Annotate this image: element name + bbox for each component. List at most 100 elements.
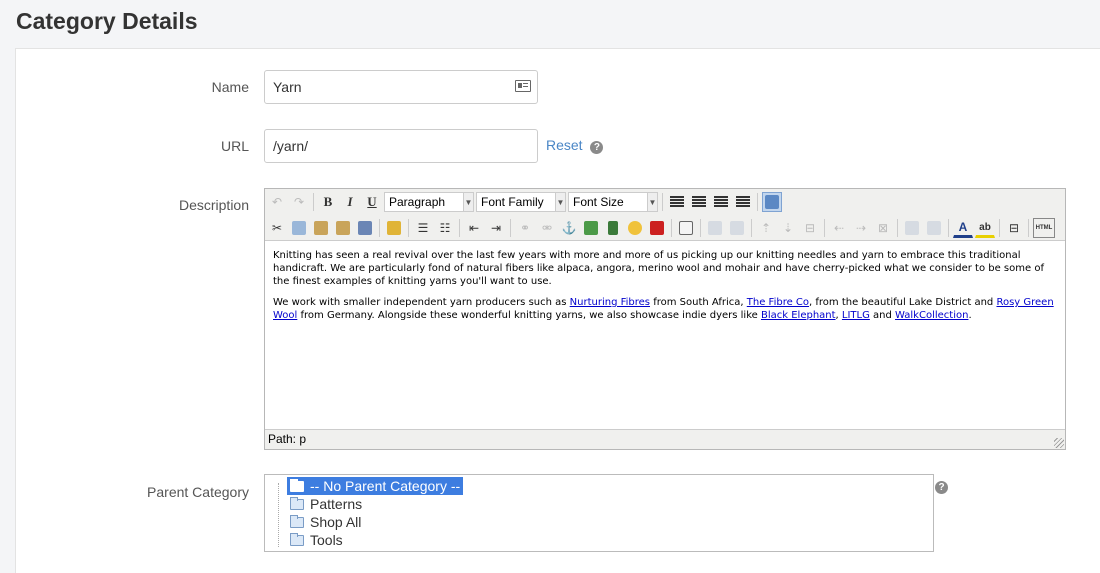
toolbar-divider bbox=[897, 219, 898, 237]
chevron-down-icon: ▼ bbox=[647, 193, 657, 211]
tree-item-tools[interactable]: Tools bbox=[287, 531, 343, 549]
name-input[interactable]: Yarn bbox=[264, 70, 538, 104]
toolbar-divider bbox=[408, 219, 409, 237]
paste-icon[interactable] bbox=[311, 218, 331, 238]
media-icon[interactable] bbox=[603, 218, 623, 238]
editor-paragraph-2[interactable]: We work with smaller independent yarn pr… bbox=[273, 296, 1057, 322]
split-cells-icon[interactable] bbox=[902, 218, 922, 238]
editor-paragraph-1[interactable]: Knitting has seen a real revival over th… bbox=[273, 249, 1057, 288]
editor-content[interactable]: Knitting has seen a real revival over th… bbox=[265, 241, 1065, 429]
toolbar-divider bbox=[379, 219, 380, 237]
highlight-color-icon[interactable]: ab bbox=[975, 218, 995, 238]
copy-icon[interactable] bbox=[289, 218, 309, 238]
align-left-icon[interactable] bbox=[667, 192, 687, 212]
outdent-icon[interactable]: ⇤ bbox=[464, 218, 484, 238]
delete-col-icon[interactable]: ⊠ bbox=[873, 218, 893, 238]
bold-button[interactable]: B bbox=[318, 192, 338, 212]
undo-icon[interactable]: ↶ bbox=[267, 192, 287, 212]
image-icon[interactable] bbox=[581, 218, 601, 238]
text-run: from Germany. Alongside these wonderful … bbox=[297, 310, 761, 321]
link-icon[interactable]: ⚭ bbox=[515, 218, 535, 238]
html-source-icon[interactable]: HTML bbox=[1033, 218, 1055, 238]
emoticon-icon[interactable] bbox=[625, 218, 645, 238]
text-color-icon[interactable]: A bbox=[953, 218, 973, 238]
tree-item-label: Tools bbox=[310, 532, 343, 548]
delete-row-icon[interactable]: ⊟ bbox=[800, 218, 820, 238]
indent-icon[interactable]: ⇥ bbox=[486, 218, 506, 238]
merge-cells-icon[interactable] bbox=[924, 218, 944, 238]
link-walkcollection[interactable]: WalkCollection bbox=[895, 310, 968, 321]
paragraph-select[interactable]: Paragraph ▼ bbox=[384, 192, 474, 212]
link-litlg[interactable]: LITLG bbox=[842, 310, 870, 321]
toolbar-divider bbox=[824, 219, 825, 237]
help-icon[interactable]: ? bbox=[590, 141, 604, 154]
row-after-icon[interactable]: ⇣ bbox=[778, 218, 798, 238]
editor-path: Path: p bbox=[268, 432, 307, 446]
clean-format-icon[interactable] bbox=[384, 218, 404, 238]
tree-connector-line bbox=[278, 483, 279, 547]
parent-category-tree[interactable]: -- No Parent Category -- Patterns Shop A… bbox=[264, 474, 934, 552]
youtube-icon[interactable] bbox=[647, 218, 667, 238]
paste-text-icon[interactable] bbox=[333, 218, 353, 238]
link-nurturing-fibres[interactable]: Nurturing Fibres bbox=[570, 297, 650, 308]
redo-icon[interactable]: ↷ bbox=[289, 192, 309, 212]
reset-label[interactable]: Reset bbox=[546, 137, 583, 153]
url-value: /yarn/ bbox=[273, 138, 309, 154]
page-title: Category Details bbox=[16, 8, 198, 34]
toolbar-divider bbox=[700, 219, 701, 237]
toolbar-divider bbox=[751, 219, 752, 237]
underline-button[interactable]: U bbox=[362, 192, 382, 212]
link-the-fibre-co[interactable]: The Fibre Co bbox=[747, 297, 809, 308]
col-before-icon[interactable]: ⇠ bbox=[829, 218, 849, 238]
toolbar-divider bbox=[313, 193, 314, 211]
paste-word-icon[interactable] bbox=[355, 218, 375, 238]
resize-grip-icon[interactable] bbox=[1054, 438, 1064, 448]
col-after-icon[interactable]: ⇢ bbox=[851, 218, 871, 238]
toolbar-divider bbox=[999, 219, 1000, 237]
contact-card-icon[interactable] bbox=[515, 80, 531, 92]
tree-item-label: Patterns bbox=[310, 496, 363, 512]
text-run: from South Africa, bbox=[650, 297, 747, 308]
numbered-list-icon[interactable]: ☷ bbox=[435, 218, 455, 238]
toolbar-divider bbox=[757, 193, 758, 211]
toolbar-divider bbox=[459, 219, 460, 237]
link-black-elephant[interactable]: Black Elephant bbox=[761, 310, 836, 321]
toolbar-divider bbox=[1028, 219, 1029, 237]
name-label: Name bbox=[211, 79, 249, 95]
reset-link[interactable]: Reset ? bbox=[546, 137, 604, 154]
cut-icon[interactable]: ✂ bbox=[267, 218, 287, 238]
tree-item-patterns[interactable]: Patterns bbox=[287, 495, 362, 513]
help-icon[interactable]: ? bbox=[935, 481, 948, 494]
unlink-icon[interactable]: ⚮ bbox=[537, 218, 557, 238]
chevron-down-icon: ▼ bbox=[463, 193, 473, 211]
styles-icon[interactable] bbox=[762, 192, 782, 212]
align-center-icon[interactable] bbox=[689, 192, 709, 212]
italic-button[interactable]: I bbox=[340, 192, 360, 212]
tree-item-shop-all[interactable]: Shop All bbox=[287, 513, 361, 531]
editor-toolbar: ↶ ↷ B I U Paragraph ▼ Font Family ▼ Font… bbox=[265, 189, 1065, 241]
name-value: Yarn bbox=[273, 79, 302, 95]
text-run: . bbox=[968, 310, 972, 321]
row-before-icon[interactable]: ⇡ bbox=[756, 218, 776, 238]
editor-statusbar: Path: p bbox=[265, 429, 1065, 449]
text-run: We work with smaller independent yarn pr… bbox=[273, 297, 570, 308]
table-icon[interactable] bbox=[705, 218, 725, 238]
edit-html-icon[interactable] bbox=[676, 218, 696, 238]
url-label: URL bbox=[220, 138, 249, 154]
parent-category-label: Parent Category bbox=[147, 484, 249, 500]
align-justify-icon[interactable] bbox=[733, 192, 753, 212]
anchor-icon[interactable]: ⚓ bbox=[559, 218, 579, 238]
folder-icon bbox=[290, 532, 304, 546]
rich-text-editor[interactable]: ↶ ↷ B I U Paragraph ▼ Font Family ▼ Font… bbox=[264, 188, 1066, 450]
horizontal-rule-icon[interactable]: ⊟ bbox=[1004, 218, 1024, 238]
toolbar-divider bbox=[948, 219, 949, 237]
font-size-select[interactable]: Font Size ▼ bbox=[568, 192, 658, 212]
bullet-list-icon[interactable]: ☰ bbox=[413, 218, 433, 238]
font-family-select[interactable]: Font Family ▼ bbox=[476, 192, 566, 212]
tree-item-no-parent[interactable]: -- No Parent Category -- bbox=[287, 477, 464, 495]
folder-icon bbox=[290, 514, 304, 528]
table-props-icon[interactable] bbox=[727, 218, 747, 238]
url-input[interactable]: /yarn/ bbox=[264, 129, 538, 163]
text-run: and bbox=[869, 310, 896, 321]
align-right-icon[interactable] bbox=[711, 192, 731, 212]
